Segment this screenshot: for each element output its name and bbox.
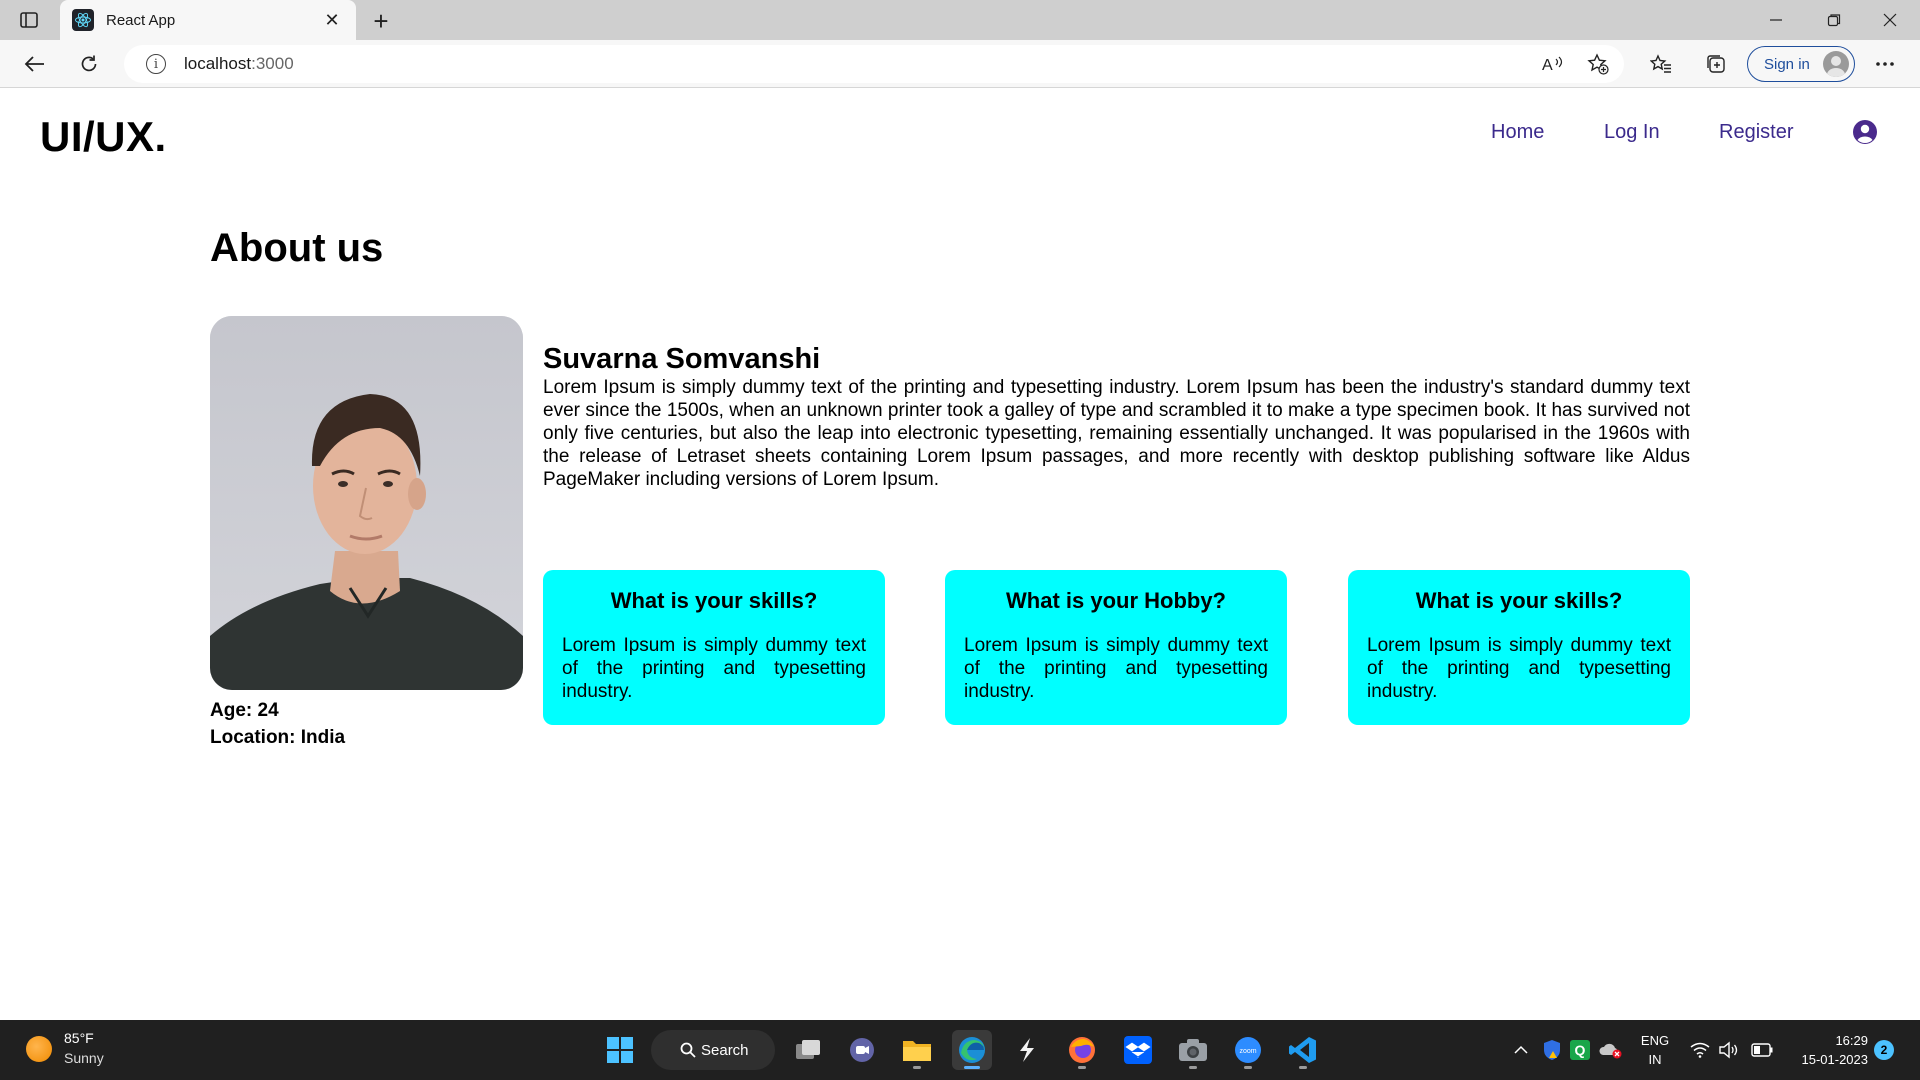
svg-text:zoom: zoom <box>1239 1048 1256 1055</box>
wifi-icon[interactable] <box>1688 1020 1712 1080</box>
dropbox-icon[interactable] <box>1118 1030 1158 1070</box>
close-icon[interactable]: ✕ <box>320 8 344 32</box>
nav-login[interactable]: Log In <box>1604 121 1660 144</box>
search-label: Search <box>701 1041 749 1059</box>
profile-photo <box>210 316 523 690</box>
minimize-icon[interactable] <box>1748 0 1804 40</box>
svg-text:Q: Q <box>1575 1042 1586 1058</box>
windows-start-icon[interactable] <box>600 1030 640 1070</box>
sun-icon[interactable] <box>26 1036 52 1062</box>
user-circle-icon[interactable] <box>1852 119 1878 145</box>
profile-bio: Lorem Ipsum is simply dummy text of the … <box>543 377 1690 490</box>
edge-icon[interactable] <box>952 1030 992 1070</box>
profile-name: Suvarna Somvanshi <box>543 343 821 375</box>
info-card-skills-2: What is your skills? Lorem Ipsum is simp… <box>1348 570 1690 725</box>
sign-in-label: Sign in <box>1764 55 1810 73</box>
card-title: What is your skills? <box>1415 588 1623 613</box>
clock-time: 16:29 <box>1835 1033 1868 1048</box>
card-title: What is your skills? <box>610 588 818 613</box>
plus-icon[interactable]: + <box>366 6 396 36</box>
region-code: IN <box>1648 1052 1662 1067</box>
info-icon[interactable]: i <box>146 54 166 74</box>
refresh-icon[interactable] <box>72 48 106 80</box>
language-code: ENG <box>1640 1033 1670 1048</box>
read-aloud-icon[interactable]: A <box>1536 48 1570 80</box>
age-text: Age: 24 <box>210 700 279 721</box>
weather-temperature[interactable]: 85°F <box>64 1030 94 1046</box>
favorites-icon[interactable] <box>1644 48 1678 80</box>
task-view-icon[interactable] <box>788 1030 828 1070</box>
vscode-icon[interactable] <box>1283 1030 1323 1070</box>
notification-badge[interactable]: 2 <box>1874 1040 1894 1060</box>
firefox-icon[interactable] <box>1062 1030 1102 1070</box>
collections-icon[interactable] <box>1699 48 1733 80</box>
card-text: Lorem Ipsum is simply dummy text of the … <box>964 635 1268 702</box>
system-clock[interactable]: 16:29 15-01-2023 <box>1788 1031 1869 1069</box>
back-arrow-icon[interactable] <box>17 48 51 80</box>
file-explorer-icon[interactable] <box>897 1030 937 1070</box>
q-app-icon[interactable]: Q <box>1568 1020 1592 1080</box>
svg-text:A: A <box>1542 57 1553 73</box>
teams-chat-icon[interactable] <box>842 1030 882 1070</box>
taskbar-search[interactable]: Search <box>651 1030 775 1070</box>
app-s-icon[interactable] <box>1007 1030 1047 1070</box>
info-card-skills: What is your skills? Lorem Ipsum is simp… <box>543 570 885 725</box>
language-indicator[interactable]: ENG IN <box>1638 1031 1672 1069</box>
react-icon <box>72 9 94 31</box>
info-card-hobby: What is your Hobby? Lorem Ipsum is simpl… <box>945 570 1287 725</box>
address-bar[interactable]: i localhost:3000 <box>124 45 1624 83</box>
restore-icon[interactable] <box>1806 0 1862 40</box>
chevron-up-icon[interactable] <box>1510 1020 1532 1080</box>
card-text: Lorem Ipsum is simply dummy text of the … <box>562 635 866 702</box>
close-window-icon[interactable] <box>1862 0 1918 40</box>
page-title: About us <box>210 226 384 270</box>
browser-toolbar: i localhost:3000 A Sign in <box>0 40 1920 88</box>
zoom-icon[interactable]: zoom <box>1228 1030 1268 1070</box>
camera-icon[interactable] <box>1173 1030 1213 1070</box>
card-text: Lorem Ipsum is simply dummy text of the … <box>1367 635 1671 702</box>
browser-tab-strip: React App ✕ + <box>0 0 1920 40</box>
tab-title: React App <box>106 11 176 29</box>
card-title: What is your Hobby? <box>1006 588 1226 613</box>
profile-avatar-icon <box>1823 51 1849 77</box>
more-icon[interactable] <box>1868 48 1902 80</box>
search-icon <box>680 1042 696 1058</box>
nav-home[interactable]: Home <box>1491 121 1544 144</box>
site-logo[interactable]: UI/UX. <box>40 113 167 161</box>
tab-actions-icon[interactable] <box>18 9 40 31</box>
page-content: UI/UX. Home Log In Register About us Age… <box>0 89 1920 1020</box>
defender-icon[interactable] <box>1540 1020 1564 1080</box>
weather-condition[interactable]: Sunny <box>64 1050 104 1066</box>
sign-in-button[interactable]: Sign in <box>1747 46 1855 82</box>
location-text: Location: India <box>210 727 346 748</box>
battery-icon[interactable] <box>1748 1020 1776 1080</box>
browser-tab[interactable]: React App ✕ <box>60 0 356 40</box>
clock-date: 15-01-2023 <box>1801 1052 1869 1067</box>
url-text: localhost:3000 <box>184 54 294 73</box>
star-plus-icon[interactable] <box>1581 48 1615 80</box>
nav-register[interactable]: Register <box>1719 121 1793 144</box>
volume-icon[interactable] <box>1716 1020 1740 1080</box>
onedrive-icon[interactable] <box>1597 1020 1625 1080</box>
taskbar: 85°F Sunny Search zoom Q ENG IN 16:29 15… <box>0 1020 1920 1080</box>
